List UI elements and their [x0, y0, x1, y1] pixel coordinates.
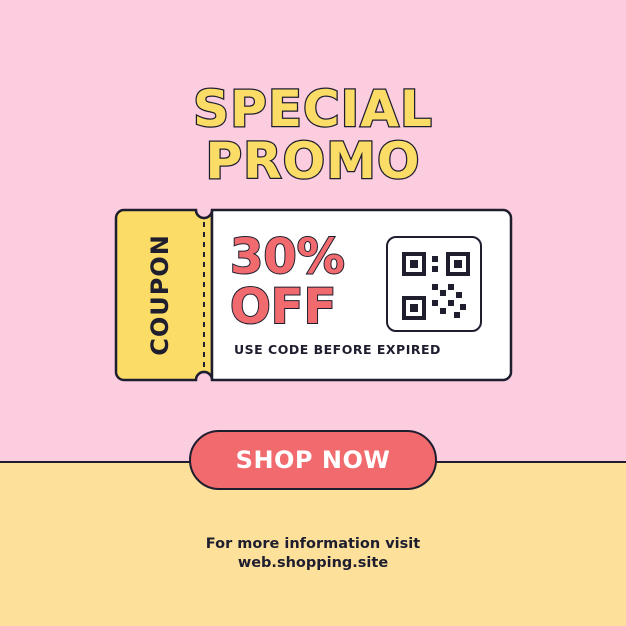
footer-info-text: For more information visit — [205, 536, 421, 552]
qr-code-icon — [402, 252, 470, 320]
discount-off: OFF — [229, 279, 337, 335]
qr-code-frame — [386, 236, 482, 332]
coupon-note: USE CODE BEFORE EXPIRED — [234, 342, 441, 357]
shop-now-button[interactable]: SHOP NOW — [189, 430, 437, 490]
coupon-side-label: COUPON — [116, 210, 204, 380]
discount-percent: 30% — [229, 229, 346, 285]
coupon-label-text: COUPON — [146, 234, 174, 356]
footer-website-link[interactable]: web.shopping.site — [0, 555, 626, 571]
